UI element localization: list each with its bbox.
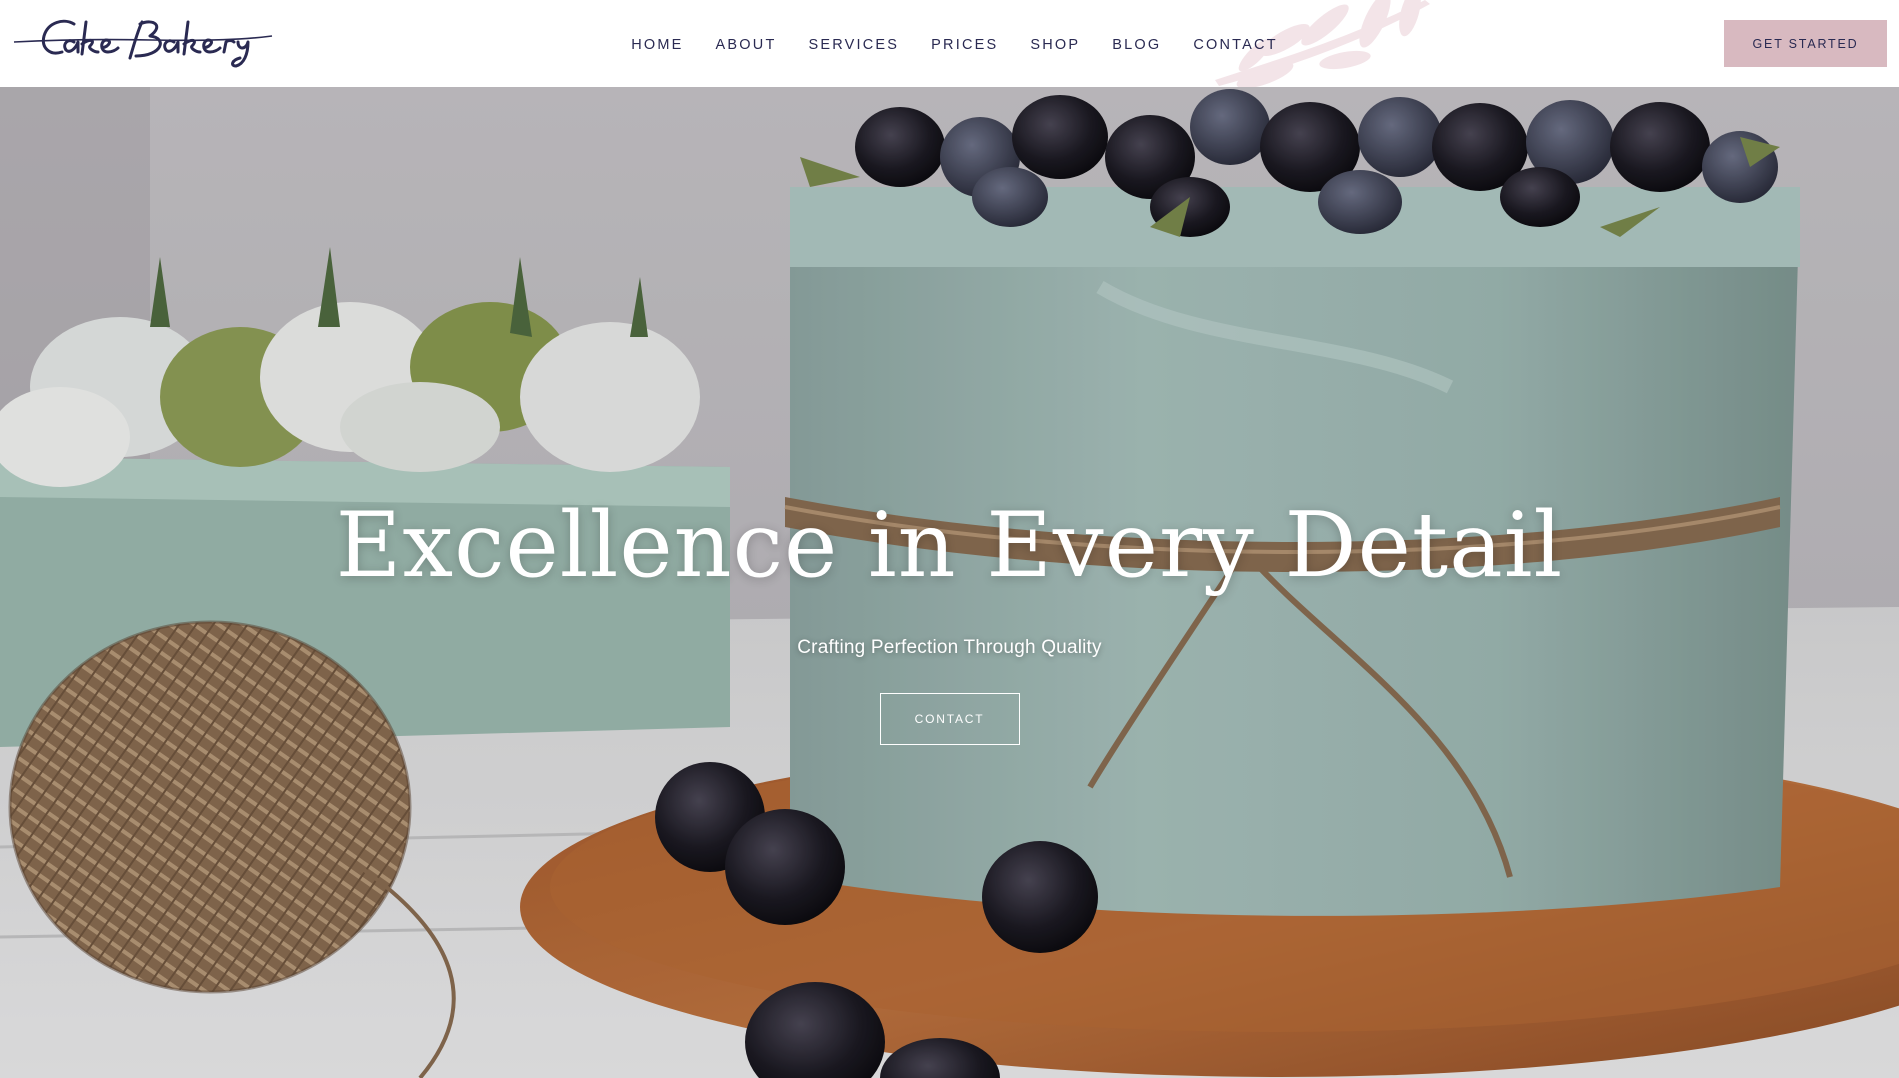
nav-services[interactable]: SERVICES <box>809 37 900 53</box>
nav-prices[interactable]: PRICES <box>931 37 998 53</box>
nav-about[interactable]: ABOUT <box>716 37 777 53</box>
nav-shop[interactable]: SHOP <box>1030 37 1080 53</box>
nav-blog[interactable]: BLOG <box>1112 37 1161 53</box>
hero-content: Excellence in Every Detail Crafting Perf… <box>0 87 1899 1078</box>
site-header: HOME ABOUT SERVICES PRICES SHOP BLOG CON… <box>0 0 1899 87</box>
nav-home[interactable]: HOME <box>631 37 683 53</box>
get-started-button[interactable]: GET STARTED <box>1724 20 1887 67</box>
nav-contact[interactable]: CONTACT <box>1193 37 1277 53</box>
hero-title: Excellence in Every Detail <box>335 493 1564 598</box>
hero-subtitle: Crafting Perfection Through Quality <box>797 637 1102 658</box>
hero-section: Excellence in Every Detail Crafting Perf… <box>0 87 1899 1078</box>
hero-contact-button[interactable]: CONTACT <box>879 693 1020 745</box>
main-navigation: HOME ABOUT SERVICES PRICES SHOP BLOG CON… <box>0 0 1899 87</box>
